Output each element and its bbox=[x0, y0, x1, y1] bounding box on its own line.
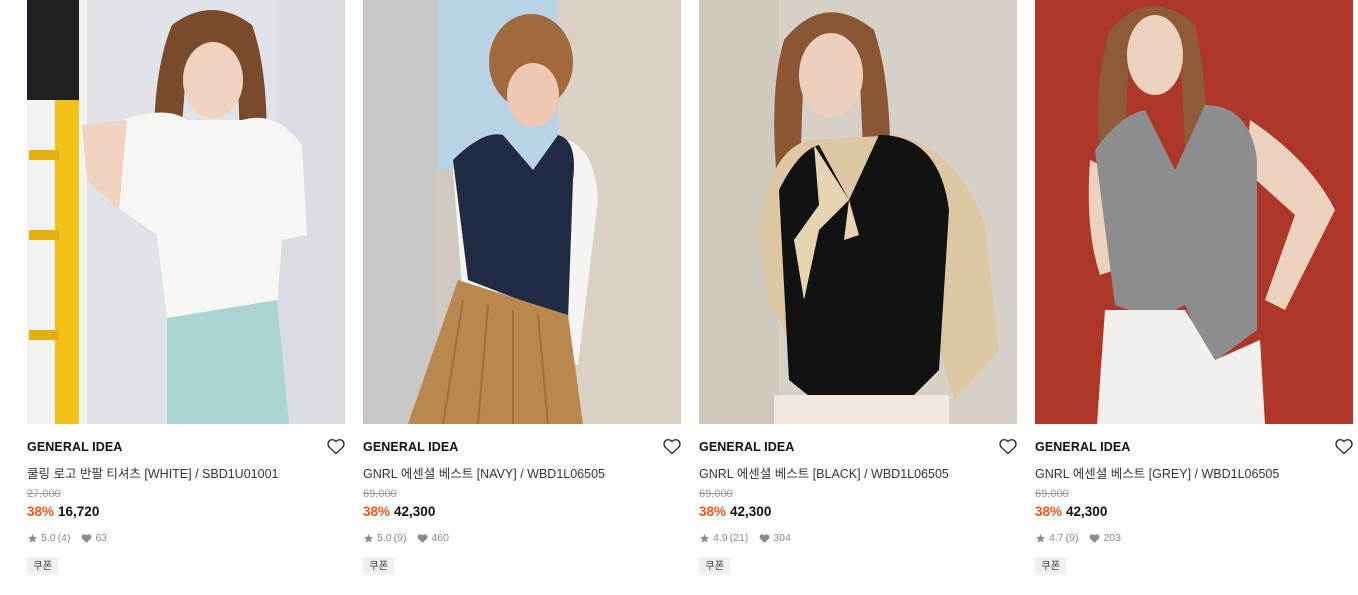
like-count-heart-icon bbox=[1089, 533, 1100, 544]
product-image[interactable] bbox=[1035, 0, 1353, 424]
brand-name[interactable]: GENERAL IDEA bbox=[363, 440, 458, 454]
star-icon bbox=[1035, 533, 1046, 544]
coupon-badge: 쿠폰 bbox=[1035, 557, 1067, 575]
original-price: 69,000 bbox=[1035, 488, 1069, 500]
price-row: 38% 42,300 bbox=[363, 504, 435, 519]
brand-name[interactable]: GENERAL IDEA bbox=[1035, 440, 1130, 454]
rating-value: 4.9 bbox=[713, 532, 728, 544]
original-price: 69,000 bbox=[363, 488, 397, 500]
brand-name[interactable]: GENERAL IDEA bbox=[699, 440, 794, 454]
rating-value: 5.0 bbox=[377, 532, 392, 544]
review-count: (4) bbox=[57, 532, 71, 544]
product-card[interactable]: GENERAL IDEA 쿨링 로고 반팔 티셔츠 [WHITE] / SBD1… bbox=[27, 0, 345, 590]
product-title[interactable]: GNRL 에센셜 베스트 [BLACK] / WBD1L06505 bbox=[699, 463, 949, 482]
product-photo-navy-vest bbox=[363, 0, 681, 424]
heart-icon[interactable] bbox=[1335, 438, 1353, 455]
coupon-badge: 쿠폰 bbox=[363, 557, 395, 575]
product-image[interactable] bbox=[699, 0, 1017, 424]
product-photo-grey-vest bbox=[1035, 0, 1353, 424]
star-icon bbox=[27, 533, 38, 544]
sale-price: 42,300 bbox=[730, 504, 772, 519]
product-card[interactable]: GENERAL IDEA GNRL 에센셜 베스트 [BLACK] / WBD1… bbox=[699, 0, 1017, 590]
sale-price: 16,720 bbox=[58, 504, 100, 519]
review-count: (9) bbox=[1065, 532, 1079, 544]
coupon-badge: 쿠폰 bbox=[699, 557, 731, 575]
rating-value: 4.7 bbox=[1049, 532, 1064, 544]
product-image[interactable] bbox=[363, 0, 681, 424]
product-photo-white-tshirt bbox=[27, 0, 345, 424]
product-grid: GENERAL IDEA 쿨링 로고 반팔 티셔츠 [WHITE] / SBD1… bbox=[27, 0, 1353, 595]
rating-value: 5.0 bbox=[41, 532, 56, 544]
like-count-heart-icon bbox=[81, 533, 92, 544]
heart-icon[interactable] bbox=[999, 438, 1017, 455]
product-title[interactable]: GNRL 에센셜 베스트 [GREY] / WBD1L06505 bbox=[1035, 463, 1279, 482]
review-stats: 5.0 (4) 63 bbox=[27, 532, 107, 544]
product-image[interactable] bbox=[27, 0, 345, 424]
price-row: 38% 42,300 bbox=[1035, 504, 1107, 519]
like-count-heart-icon bbox=[417, 533, 428, 544]
original-price: 27,000 bbox=[27, 488, 61, 500]
price-row: 38% 42,300 bbox=[699, 504, 771, 519]
star-icon bbox=[699, 533, 710, 544]
sale-price: 42,300 bbox=[1066, 504, 1108, 519]
product-title[interactable]: 쿨링 로고 반팔 티셔츠 [WHITE] / SBD1U01001 bbox=[27, 463, 278, 482]
like-count-heart-icon bbox=[759, 533, 770, 544]
discount-rate: 38% bbox=[363, 504, 391, 519]
discount-rate: 38% bbox=[699, 504, 727, 519]
sale-price: 42,300 bbox=[394, 504, 436, 519]
like-count: 203 bbox=[1103, 532, 1121, 544]
like-count: 63 bbox=[95, 532, 108, 544]
heart-icon[interactable] bbox=[663, 438, 681, 455]
like-count: 304 bbox=[773, 532, 791, 544]
review-stats: 5.0 (9) 460 bbox=[363, 532, 449, 544]
discount-rate: 38% bbox=[1035, 504, 1063, 519]
coupon-badge: 쿠폰 bbox=[27, 557, 59, 575]
product-photo-black-vest bbox=[699, 0, 1017, 424]
like-count: 460 bbox=[431, 532, 449, 544]
review-count: (21) bbox=[729, 532, 749, 544]
brand-name[interactable]: GENERAL IDEA bbox=[27, 440, 122, 454]
product-card[interactable]: GENERAL IDEA GNRL 에센셜 베스트 [NAVY] / WBD1L… bbox=[363, 0, 681, 590]
price-row: 38% 16,720 bbox=[27, 504, 99, 519]
review-count: (9) bbox=[393, 532, 407, 544]
heart-icon[interactable] bbox=[327, 438, 345, 455]
original-price: 69,000 bbox=[699, 488, 733, 500]
review-stats: 4.7 (9) 203 bbox=[1035, 532, 1121, 544]
review-stats: 4.9 (21) 304 bbox=[699, 532, 791, 544]
product-title[interactable]: GNRL 에센셜 베스트 [NAVY] / WBD1L06505 bbox=[363, 463, 605, 482]
star-icon bbox=[363, 533, 374, 544]
product-card[interactable]: GENERAL IDEA GNRL 에센셜 베스트 [GREY] / WBD1L… bbox=[1035, 0, 1353, 590]
discount-rate: 38% bbox=[27, 504, 55, 519]
